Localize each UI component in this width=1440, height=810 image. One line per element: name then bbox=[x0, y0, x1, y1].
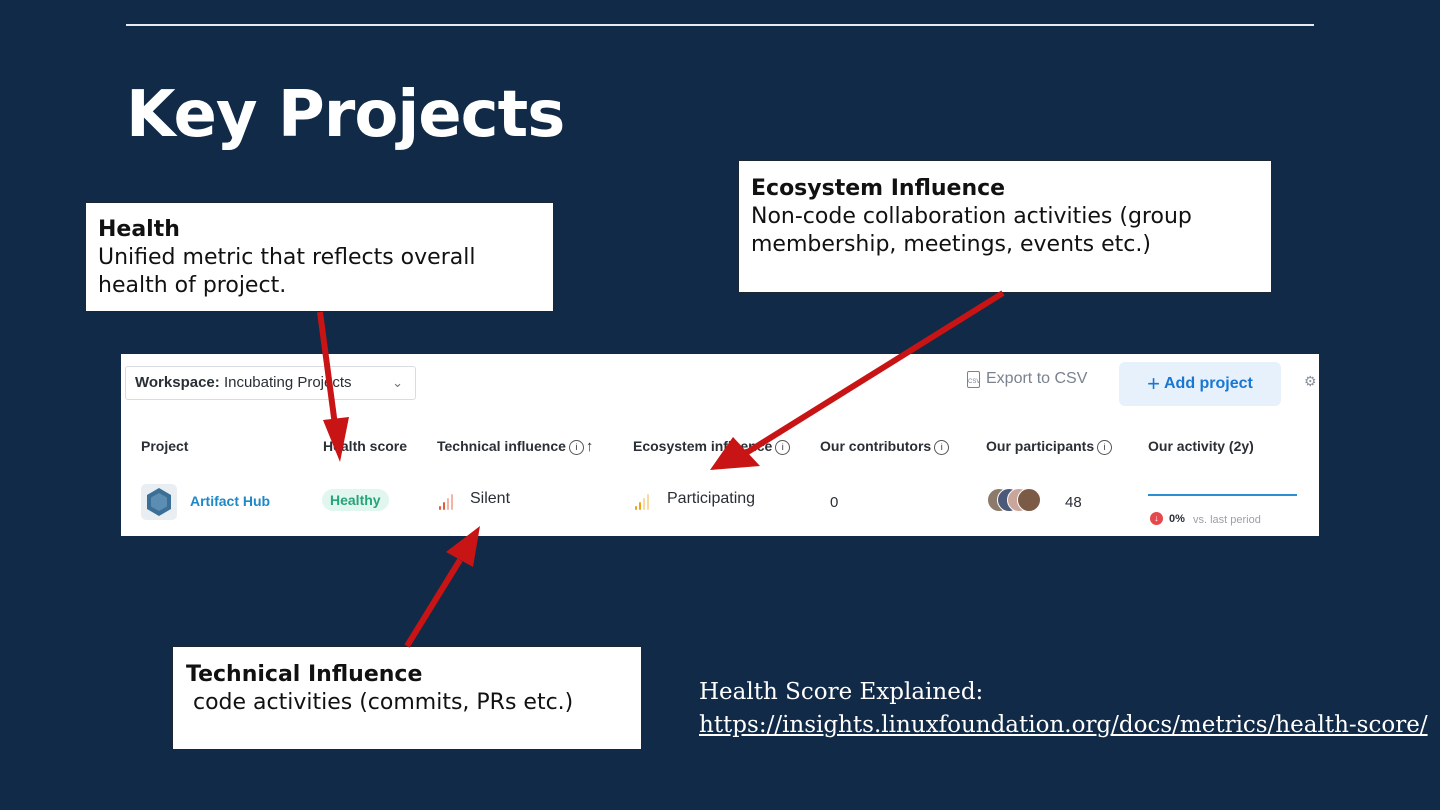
plus-icon: + bbox=[1147, 371, 1160, 396]
col-header-contributors[interactable]: Our contributors i bbox=[820, 438, 950, 455]
participants-count: 48 bbox=[1065, 494, 1082, 511]
chevron-down-icon: ⌄ bbox=[392, 375, 403, 390]
health-score-reference: Health Score Explained: https://insights… bbox=[699, 676, 1428, 742]
add-project-label: Add project bbox=[1163, 375, 1253, 392]
export-csv-label: Export to CSV bbox=[986, 370, 1088, 387]
callout-ecosystem-title: Ecosystem Influence bbox=[751, 176, 1006, 201]
add-project-button[interactable]: + Add project bbox=[1119, 362, 1281, 406]
callout-technical-title: Technical Influence bbox=[186, 662, 423, 687]
col-header-technical[interactable]: Technical influence i ↑ bbox=[437, 438, 593, 455]
callout-ecosystem-body: Non-code collaboration activities (group… bbox=[751, 204, 1192, 257]
callout-technical-body: code activities (commits, PRs etc.) bbox=[186, 690, 574, 715]
gear-icon[interactable]: ⚙ bbox=[1304, 373, 1317, 390]
top-divider bbox=[126, 24, 1314, 26]
info-icon[interactable]: i bbox=[934, 440, 950, 455]
info-icon[interactable]: i bbox=[1097, 440, 1113, 455]
workspace-value: Incubating Projects bbox=[223, 374, 352, 391]
info-icon[interactable]: i bbox=[568, 440, 584, 455]
arrow-down-icon: ↓ bbox=[1150, 512, 1163, 525]
callout-health-body: Unified metric that reflects overall hea… bbox=[98, 245, 476, 298]
info-icon[interactable]: i bbox=[775, 440, 791, 455]
col-header-participants[interactable]: Our participants i bbox=[986, 438, 1113, 455]
activity-comparison-label: vs. last period bbox=[1193, 514, 1261, 526]
callout-technical: Technical Influence code activities (com… bbox=[172, 646, 642, 750]
activity-change: 0% bbox=[1169, 513, 1185, 525]
col-header-activity[interactable]: Our activity (2y) bbox=[1148, 438, 1254, 454]
col-header-health[interactable]: Health score bbox=[323, 438, 407, 454]
export-csv-button[interactable]: CSV Export to CSV bbox=[967, 370, 1087, 388]
artifact-hub-logo-icon bbox=[141, 484, 177, 520]
projects-panel-screenshot: Workspace: Incubating Projects ⌄ CSV Exp… bbox=[121, 354, 1319, 536]
col-header-ecosystem[interactable]: Ecosystem influence i bbox=[633, 438, 791, 455]
sort-ascending-icon[interactable]: ↑ bbox=[586, 438, 594, 455]
signal-bars-icon bbox=[439, 494, 453, 510]
callout-health-title: Health bbox=[98, 217, 180, 242]
col-header-project[interactable]: Project bbox=[141, 438, 188, 454]
workspace-select[interactable]: Workspace: Incubating Projects ⌄ bbox=[125, 366, 416, 400]
participant-avatars bbox=[987, 488, 1057, 514]
health-score-link[interactable]: https://insights.linuxfoundation.org/doc… bbox=[699, 712, 1428, 738]
callout-ecosystem: Ecosystem Influence Non-code collaborati… bbox=[738, 160, 1272, 293]
activity-sparkline bbox=[1148, 494, 1297, 496]
signal-bars-icon bbox=[635, 494, 649, 510]
csv-file-icon: CSV bbox=[967, 370, 980, 388]
ecosystem-influence-value: Participating bbox=[667, 490, 756, 507]
technical-influence-value: Silent bbox=[470, 490, 511, 507]
health-status-badge: Healthy bbox=[322, 489, 389, 511]
callout-health: Health Unified metric that reflects over… bbox=[85, 202, 554, 312]
workspace-label: Workspace: bbox=[135, 374, 220, 391]
project-link[interactable]: Artifact Hub bbox=[190, 493, 270, 509]
technical-arrow bbox=[404, 526, 480, 648]
avatar bbox=[1017, 488, 1041, 512]
contributors-count: 0 bbox=[830, 494, 839, 511]
slide-title: Key Projects bbox=[126, 78, 565, 152]
health-score-label: Health Score Explained: bbox=[699, 679, 984, 705]
